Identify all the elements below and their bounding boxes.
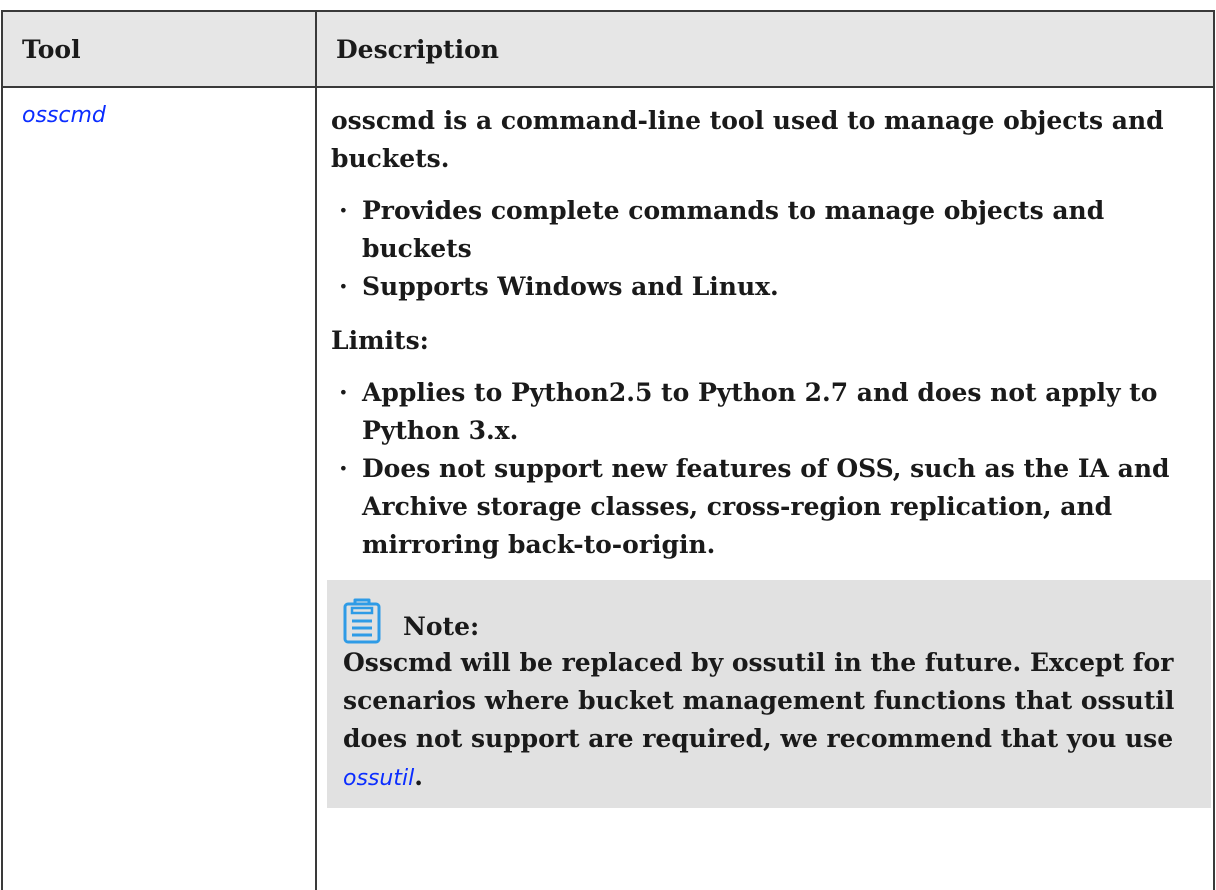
note-body: Osscmd will be replaced by ossutil in th… xyxy=(343,648,1175,753)
table-header-row: Tool Description xyxy=(1,10,1215,88)
table-row: osscmd osscmd is a command-line tool use… xyxy=(1,86,1215,890)
tools-table: Tool Description osscmd osscmd is a comm… xyxy=(1,10,1215,890)
list-item: Supports Windows and Linux. xyxy=(331,268,1189,306)
limits-list: Applies to Python2.5 to Python 2.7 and d… xyxy=(331,374,1189,564)
osscmd-link[interactable]: osscmd xyxy=(22,103,106,128)
description-intro: osscmd is a command-line tool used to ma… xyxy=(331,106,1164,173)
list-item: Does not support new features of OSS, su… xyxy=(331,450,1189,564)
ossutil-link[interactable]: ossutil xyxy=(343,766,414,791)
note-period: . xyxy=(414,762,423,791)
header-description: Description xyxy=(315,10,1215,88)
limits-label: Limits: xyxy=(331,326,429,355)
note-title: Note: xyxy=(403,612,480,641)
note-box: Note: Osscmd will be replaced by ossutil… xyxy=(327,580,1211,808)
list-item: Provides complete commands to manage obj… xyxy=(331,192,1189,268)
description-cell: osscmd is a command-line tool used to ma… xyxy=(315,86,1215,890)
header-tool: Tool xyxy=(1,10,317,88)
note-text: Osscmd will be replaced by ossutil in th… xyxy=(343,644,1197,798)
list-item: Applies to Python2.5 to Python 2.7 and d… xyxy=(331,374,1189,450)
tool-cell: osscmd xyxy=(1,86,317,890)
note-header: Note: xyxy=(343,592,1197,644)
features-list: Provides complete commands to manage obj… xyxy=(331,192,1189,306)
note-clipboard-icon xyxy=(343,598,381,644)
